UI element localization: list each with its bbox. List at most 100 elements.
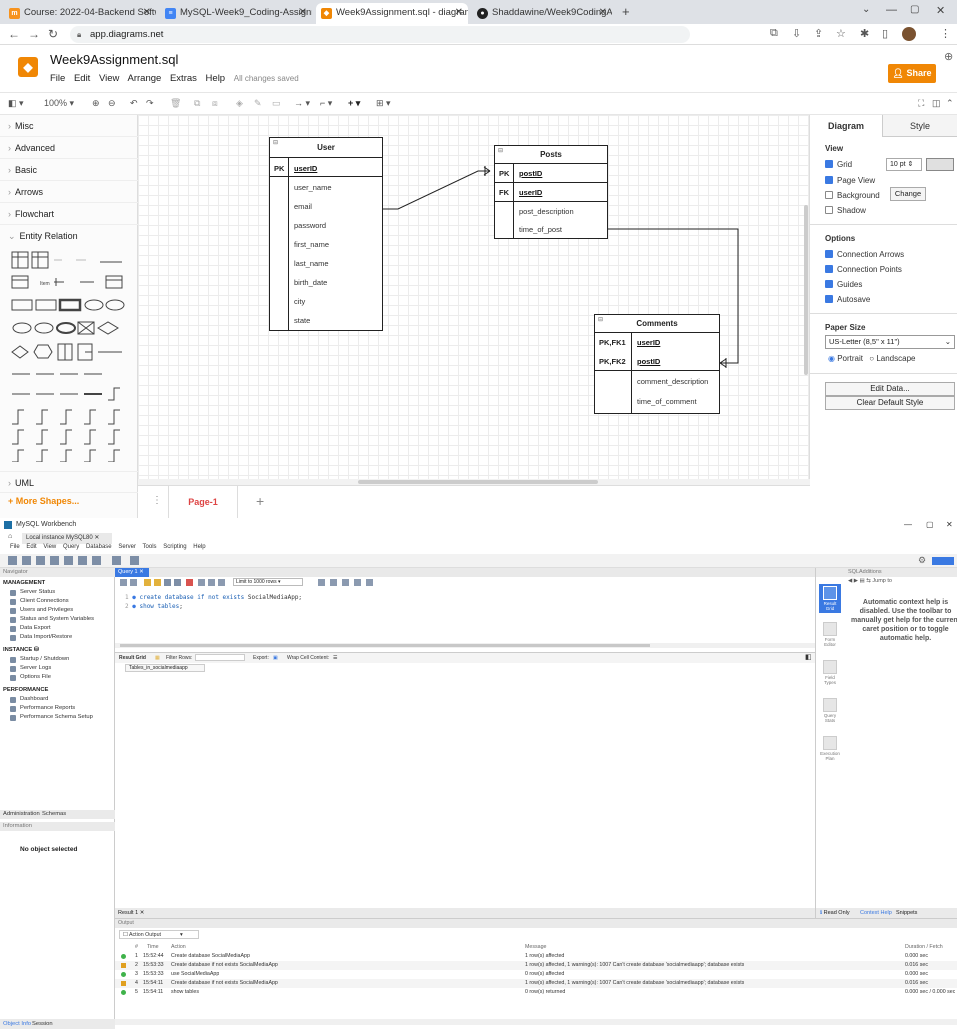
collapse-toggle-icon[interactable]: ⊟ <box>598 316 603 323</box>
back-arrow-icon[interactable]: ◀ <box>848 578 852 584</box>
shadow-icon[interactable]: ▭ <box>272 98 281 109</box>
nav-performance-reports[interactable]: Performance Reports <box>10 705 75 712</box>
sql-editor[interactable]: Limit to 1000 rows ▾ 1 ● create database… <box>115 577 815 652</box>
category-flowchart[interactable]: › Flowchart <box>0 203 138 225</box>
grid-checkbox[interactable]: Grid <box>825 160 852 169</box>
forward-arrow-icon[interactable]: ▶ <box>854 578 858 584</box>
action-output-select[interactable]: ☐ Action Output ▾ <box>119 930 199 939</box>
reload-icon[interactable]: ↻ <box>48 27 58 41</box>
nav-status-variables[interactable]: Status and System Variables <box>10 616 94 623</box>
tab-style[interactable]: Style <box>882 115 957 137</box>
globe-icon[interactable]: ⊕ <box>944 50 953 63</box>
scroll-thumb[interactable] <box>358 480 598 484</box>
nav-performance-schema[interactable]: Performance Schema Setup <box>10 714 93 721</box>
toggle-panel-icon[interactable]: ◧ <box>805 653 812 663</box>
undo-icon[interactable]: ↶ <box>130 98 138 109</box>
redo-icon[interactable]: ↷ <box>146 98 154 109</box>
tab-diagram[interactable]: Diagram <box>810 115 882 137</box>
field-types-side-button[interactable]: Field Types <box>819 660 841 685</box>
menu-view[interactable]: View <box>43 544 56 550</box>
nav-data-import[interactable]: Data Import/Restore <box>10 634 72 641</box>
extension-icon[interactable]: ⧉ <box>770 27 778 40</box>
collapse-toggle-icon[interactable]: ⊟ <box>498 147 503 154</box>
close-icon[interactable]: ✕ <box>599 3 607 23</box>
sql-line-2[interactable]: 2 ● show tables; <box>125 603 183 610</box>
tab-session[interactable]: Session <box>32 1021 53 1027</box>
grid-icon[interactable]: ▦ <box>155 653 160 663</box>
panel-toggle-icon[interactable]: ◫ <box>932 98 941 109</box>
menu-help[interactable]: Help <box>206 73 226 84</box>
shadow-checkbox[interactable]: Shadow <box>825 206 866 215</box>
diagram-canvas[interactable]: User ⊟ PK userID user_name email passwor… <box>138 115 810 485</box>
to-back-icon[interactable]: ⧈ <box>212 98 218 109</box>
menu-query[interactable]: Query <box>63 544 79 550</box>
browser-menu-icon[interactable]: ⋮ <box>940 27 951 40</box>
menu-view[interactable]: View <box>99 73 119 84</box>
maximize-icon[interactable]: ▢ <box>910 4 919 15</box>
tab-search-icon[interactable]: ⌄ <box>862 4 870 15</box>
nav-data-export[interactable]: Data Export <box>10 625 51 632</box>
category-misc[interactable]: › Misc <box>0 115 138 137</box>
zoom-select[interactable]: 100% ▾ <box>44 98 74 109</box>
nav-options-file[interactable]: Options File <box>10 674 51 681</box>
panel-layout-icon[interactable] <box>932 557 954 565</box>
entity-comments[interactable]: Comments ⊟ PK,FK1 userID PK,FK2 postID c… <box>594 314 720 414</box>
to-front-icon[interactable]: ⧉ <box>194 98 200 109</box>
menu-tools[interactable]: Tools <box>143 544 157 550</box>
install-icon[interactable]: ⇩ <box>792 27 801 40</box>
close-icon[interactable]: ✕ <box>140 910 145 916</box>
minimize-icon[interactable]: — <box>904 518 912 532</box>
form-editor-side-button[interactable]: Form Editor <box>819 622 841 647</box>
nav-users-privileges[interactable]: Users and Privileges <box>10 607 73 614</box>
bookmark-star-icon[interactable]: ☆ <box>836 27 846 40</box>
result-grid-side-button[interactable]: Result Grid <box>819 584 841 613</box>
connection-points-checkbox[interactable]: Connection Points <box>825 265 902 274</box>
limit-rows-select[interactable]: Limit to 1000 rows ▾ <box>233 578 303 586</box>
background-checkbox[interactable]: Background <box>825 191 880 200</box>
zoom-out-icon[interactable]: ⊖ <box>108 98 116 109</box>
paper-size-select[interactable]: US-Letter (8,5" x 11") ⌄ <box>825 335 955 349</box>
nav-server-logs[interactable]: Server Logs <box>10 665 51 672</box>
output-h-scrollbar[interactable] <box>115 1019 957 1025</box>
settings-gear-icon[interactable]: ⚙ <box>918 555 926 566</box>
output-row[interactable]: 4 15:54:11 Create database if not exists… <box>115 979 957 988</box>
sql-toolbar-icons[interactable] <box>8 556 148 566</box>
table-icon[interactable]: ⊞ ▾ <box>376 98 391 109</box>
collapse-icon[interactable]: ⌃ <box>946 98 954 109</box>
tab-schemas[interactable]: Schemas <box>42 811 66 817</box>
output-row[interactable]: 5 15:54:11 show tables 0 row(s) returned… <box>115 988 957 997</box>
edit-data-button[interactable]: Edit Data... <box>825 382 955 396</box>
result-tab[interactable]: Result 1 ✕ <box>118 910 144 916</box>
page-tab[interactable]: Page-1 <box>168 486 238 519</box>
jump-to-label[interactable]: Jump to <box>872 578 892 584</box>
tab-object-info[interactable]: Object Info <box>3 1021 31 1027</box>
query-tab[interactable]: Query 1 ✕ <box>115 568 149 577</box>
scroll-thumb[interactable] <box>120 644 650 647</box>
add-page-button[interactable]: + <box>256 493 264 509</box>
nav-dashboard[interactable]: Dashboard <box>10 696 48 703</box>
query-stats-side-button[interactable]: Query Stats <box>819 698 841 723</box>
browser-tab-mysql-doc[interactable]: ≡ MySQL-Week9_Coding-Assignm ✕ <box>160 3 312 24</box>
window-close-icon[interactable]: ✕ <box>946 518 953 532</box>
category-arrows[interactable]: › Arrows <box>0 181 138 203</box>
column-header[interactable]: Tables_in_socialmediaapp <box>125 664 205 672</box>
delete-icon[interactable]: 🗑︎ <box>170 98 181 109</box>
filter-rows-input[interactable] <box>195 654 245 661</box>
menu-help[interactable]: Help <box>193 544 205 550</box>
er-shapes-palette[interactable]: Item <box>10 248 130 462</box>
sql-line-1[interactable]: 1 ● create database if not exists Social… <box>125 594 302 601</box>
close-icon[interactable]: ✕ <box>143 3 151 23</box>
guides-checkbox[interactable]: Guides <box>825 280 862 289</box>
connection-tab[interactable]: Local instance MySQL80 ✕ <box>22 533 112 544</box>
zoom-in-icon[interactable]: ⊕ <box>92 98 100 109</box>
menu-arrange[interactable]: Arrange <box>128 73 162 84</box>
file-title[interactable]: Week9Assignment.sql <box>50 52 178 67</box>
entity-user[interactable]: User ⊟ PK userID user_name email passwor… <box>269 137 383 331</box>
new-tab-button[interactable]: + <box>622 4 630 19</box>
tab-context-help[interactable]: Context Help <box>860 908 892 918</box>
line-color-icon[interactable]: ✎ <box>254 98 262 109</box>
nav-client-connections[interactable]: Client Connections <box>10 598 69 605</box>
close-icon[interactable]: ✕ <box>94 535 99 541</box>
share-button[interactable]: 👤︎ Share <box>888 64 936 83</box>
execution-plan-side-button[interactable]: Execution Plan <box>819 736 841 761</box>
